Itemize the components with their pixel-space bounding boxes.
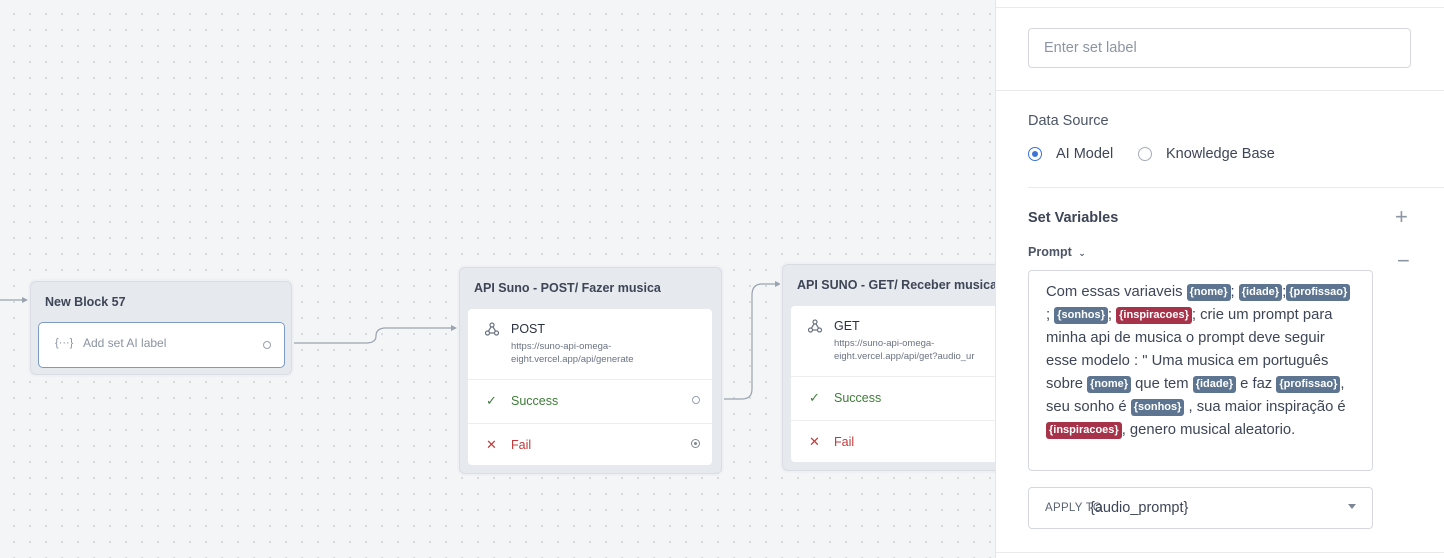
radio-knowledge-base[interactable]: [1138, 147, 1152, 161]
connection-57-to-post: [284, 327, 452, 344]
editor-panel: Data Source AI Model Knowledge Base Set …: [995, 0, 1444, 558]
prompt-text: , sua maior inspiração é: [1184, 399, 1346, 415]
variable-tag: {sonhos}: [1054, 307, 1108, 324]
api-step[interactable]: GET https://suno-api-omega-eight.vercel.…: [791, 306, 995, 462]
api-step[interactable]: POST https://suno-api-omega-eight.vercel…: [468, 309, 712, 465]
variable-tag: {inspiracoes}: [1046, 422, 1122, 439]
variable-tag: {profissao}: [1286, 284, 1351, 301]
check-icon: ✓: [486, 393, 497, 408]
divider: [996, 7, 1444, 8]
connection-arrow: [775, 281, 781, 287]
fail-path[interactable]: ✕ Fail: [468, 423, 712, 467]
prompt-text: Com essas variaveis: [1046, 284, 1187, 300]
variable-tag: {sonhos}: [1130, 399, 1185, 416]
variable-tag: {idade}: [1238, 284, 1283, 301]
chevron-down-icon: ⌄: [1078, 248, 1086, 258]
variable-tag: {idade}: [1192, 376, 1237, 393]
block-title: API SUNO - GET/ Receber musica: [797, 278, 995, 292]
variable-tag: {nome}: [1186, 284, 1231, 301]
prompt-text: ;: [1230, 284, 1239, 300]
set-ai-label: Add set AI label: [83, 336, 167, 350]
success-label: Success: [511, 394, 559, 408]
fail-path[interactable]: ✕ Fail: [791, 420, 995, 464]
divider: [996, 552, 1444, 553]
prompt-dropdown[interactable]: Prompt ⌄: [1028, 245, 1086, 259]
success-path[interactable]: ✓ Success: [468, 379, 712, 424]
output-port[interactable]: [263, 341, 271, 349]
block-new-block-57[interactable]: New Block 57 {···} Add set AI label: [30, 281, 292, 375]
minus-icon[interactable]: −: [1397, 250, 1410, 272]
variable-tag: {inspiracoes}: [1116, 307, 1192, 324]
divider: [996, 90, 1444, 91]
prompt-text: que tem: [1131, 376, 1193, 392]
variable-tag: {nome}: [1087, 376, 1132, 393]
api-request[interactable]: GET https://suno-api-omega-eight.vercel.…: [791, 306, 995, 377]
set-ai-icon: {···}: [55, 337, 74, 349]
connection-arrow: [451, 325, 457, 331]
x-icon: ✕: [486, 437, 497, 452]
fail-label: Fail: [511, 438, 532, 452]
radio-label-ai-model[interactable]: AI Model: [1056, 146, 1113, 162]
prompt-text: e faz: [1236, 376, 1277, 392]
prompt-label: Prompt: [1028, 245, 1072, 259]
success-path[interactable]: ✓ Success: [791, 376, 995, 421]
success-port[interactable]: [692, 396, 700, 404]
set-ai-step[interactable]: {···} Add set AI label: [38, 322, 285, 368]
prompt-text: ;: [1046, 307, 1055, 323]
check-icon: ✓: [809, 390, 820, 405]
apply-to-value: {audio_prompt}: [1090, 500, 1189, 516]
block-title: New Block 57: [45, 295, 126, 309]
caret-down-icon: [1348, 504, 1356, 509]
set-variables-title: Set Variables: [1028, 210, 1119, 226]
api-url: https://suno-api-omega-eight.vercel.app/…: [834, 338, 975, 362]
api-url: https://suno-api-omega-eight.vercel.app/…: [511, 341, 634, 365]
block-title: API Suno - POST/ Fazer musica: [474, 281, 661, 295]
plus-icon[interactable]: +: [1395, 206, 1408, 228]
prompt-text: ;: [1107, 307, 1117, 323]
radio-ai-model[interactable]: [1028, 147, 1042, 161]
prompt-text: , genero musical aleatorio.: [1121, 422, 1296, 438]
block-api-get[interactable]: API SUNO - GET/ Receber musica GET https…: [782, 264, 995, 471]
fail-port[interactable]: [691, 439, 700, 448]
set-label-input[interactable]: [1028, 28, 1411, 68]
webhook-icon: [807, 318, 823, 339]
flow-canvas[interactable]: New Block 57 {···} Add set AI label API …: [0, 0, 995, 558]
block-api-post[interactable]: API Suno - POST/ Fazer musica POST https…: [459, 267, 722, 474]
api-method: POST: [511, 322, 546, 336]
api-request[interactable]: POST https://suno-api-omega-eight.vercel…: [468, 309, 712, 380]
data-source-title: Data Source: [1028, 113, 1109, 129]
radio-label-knowledge-base[interactable]: Knowledge Base: [1166, 146, 1275, 162]
x-icon: ✕: [809, 434, 820, 449]
api-method: GET: [834, 319, 860, 333]
variable-tag: {profissao}: [1276, 376, 1341, 393]
success-label: Success: [834, 391, 882, 405]
incoming-arrow: [22, 297, 28, 303]
divider: [1028, 187, 1444, 188]
webhook-icon: [484, 321, 500, 342]
prompt-textarea[interactable]: Com essas variaveis {nome}; {idade}; {pro…: [1028, 270, 1373, 471]
fail-label: Fail: [834, 435, 855, 449]
apply-to-select[interactable]: APPLY TO {audio_prompt}: [1028, 487, 1373, 529]
